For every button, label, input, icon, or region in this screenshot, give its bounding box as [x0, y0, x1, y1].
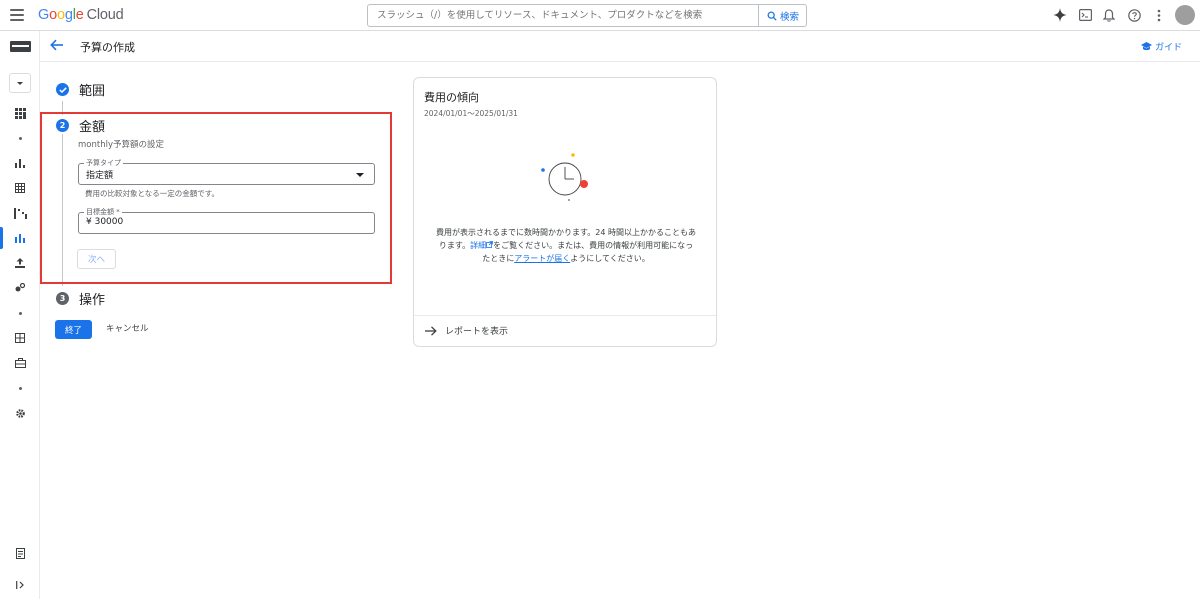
logo-letter: e: [75, 7, 84, 23]
budget-type-select[interactable]: 予算タイプ 指定額: [78, 158, 375, 185]
nav-dot-icon[interactable]: [0, 129, 40, 147]
graduation-cap-icon: [1140, 42, 1152, 51]
step-scope[interactable]: 範囲: [56, 80, 105, 99]
clock-illustration-icon: [541, 153, 588, 201]
help-icon[interactable]: [1126, 7, 1142, 23]
finish-button[interactable]: 終了: [55, 320, 92, 339]
step-number-badge: 3: [56, 292, 69, 305]
user-avatar[interactable]: [1175, 5, 1195, 25]
gemini-sparkle-icon[interactable]: [1052, 7, 1068, 23]
details-link[interactable]: 詳細: [470, 241, 493, 250]
google-cloud-logo[interactable]: Google Cloud: [38, 7, 124, 23]
account-selector-dropdown[interactable]: [0, 73, 40, 93]
field-label: 目標金額 *: [84, 207, 122, 217]
top-bar: GoogleCloud 検索: [0, 0, 1200, 31]
budgets-alerts-icon[interactable]: [0, 227, 40, 249]
page-title: 予算の作成: [80, 41, 135, 54]
field-value: ¥ 30000: [86, 217, 123, 227]
dropdown-arrow-icon: [356, 173, 364, 177]
amount-subtitle: monthly予算額の設定: [78, 140, 164, 150]
billing-account-icon[interactable]: [0, 38, 40, 54]
release-notes-icon[interactable]: [0, 544, 40, 562]
alert-link[interactable]: アラートが届く: [514, 254, 570, 263]
arrow-right-icon: [425, 325, 437, 336]
details-link-label: 詳細: [470, 241, 487, 250]
card-title: 費用の傾向: [424, 91, 479, 104]
target-amount-field[interactable]: 目標金額 * ¥ 30000: [78, 207, 375, 234]
logo-letter: o: [56, 7, 65, 23]
logo-letter: o: [49, 7, 57, 23]
search-icon: [767, 11, 777, 21]
step-number-badge: 2: [56, 119, 69, 132]
cloud-shell-icon[interactable]: [1077, 7, 1093, 23]
next-button[interactable]: 次へ: [77, 249, 116, 269]
cost-pending-message: 費用が表示されるまでに数時間かかります。24 時間以上かかることもあります。詳細…: [436, 226, 696, 265]
cost-trend-card: 費用の傾向 2024/01/01～2025/01/31 費用が表示されるまでに数…: [413, 77, 717, 347]
view-report-label: レポートを表示: [445, 327, 509, 337]
more-options-icon[interactable]: [1151, 7, 1167, 23]
pricing-icon[interactable]: [0, 279, 40, 297]
step-title: 操作: [79, 293, 106, 308]
left-navigation-rail: [0, 31, 40, 599]
view-report-link[interactable]: レポートを表示: [425, 324, 508, 337]
currency-symbol: ¥: [86, 217, 92, 227]
back-arrow-icon[interactable]: [50, 39, 66, 53]
budget-type-helper: 費用の比較対象となる一定の金額です。: [85, 189, 220, 198]
field-value: 指定額: [86, 171, 114, 181]
cost-breakdown-icon[interactable]: [0, 204, 40, 222]
field-label: 予算タイプ: [84, 158, 123, 168]
amount-value: 30000: [94, 217, 124, 227]
guide-link[interactable]: ガイド: [1140, 40, 1182, 53]
chevron-down-icon: [9, 73, 31, 93]
step-title: 金額: [79, 120, 106, 135]
logo-letter: G: [38, 7, 50, 23]
step-actions[interactable]: 3 操作: [56, 289, 105, 308]
page-header: 予算の作成 ガイド: [40, 31, 1200, 62]
notifications-bell-icon[interactable]: [1101, 7, 1117, 23]
settings-gear-icon[interactable]: [0, 404, 40, 422]
step-amount[interactable]: 2 金額: [56, 116, 105, 135]
hamburger-menu-icon[interactable]: [10, 9, 24, 21]
cancel-button[interactable]: キャンセル: [106, 322, 149, 334]
guide-label: ガイド: [1154, 43, 1182, 53]
export-upload-icon[interactable]: [0, 254, 40, 272]
search-button-label: 検索: [779, 11, 799, 23]
nav-dot-icon[interactable]: [0, 379, 40, 397]
overview-grid-icon[interactable]: [0, 104, 40, 122]
logo-letter: g: [64, 7, 73, 23]
expand-rail-icon[interactable]: [0, 576, 40, 594]
step-title: 範囲: [79, 84, 106, 99]
logo-cloud-text: Cloud: [86, 7, 124, 23]
reports-bar-chart-icon[interactable]: [0, 154, 40, 172]
nav-dot-icon[interactable]: [0, 304, 40, 322]
search-button[interactable]: 検索: [758, 4, 807, 27]
cost-table-icon[interactable]: [0, 329, 40, 347]
card-divider: [414, 315, 716, 316]
commitments-icon[interactable]: [0, 354, 40, 372]
table-icon[interactable]: [0, 179, 40, 197]
search-input[interactable]: [368, 5, 758, 26]
message-text: ようにしてください。: [570, 254, 650, 263]
check-circle-icon: [56, 83, 69, 96]
card-date-range: 2024/01/01～2025/01/31: [424, 109, 518, 118]
search-bar[interactable]: 検索: [367, 4, 807, 27]
